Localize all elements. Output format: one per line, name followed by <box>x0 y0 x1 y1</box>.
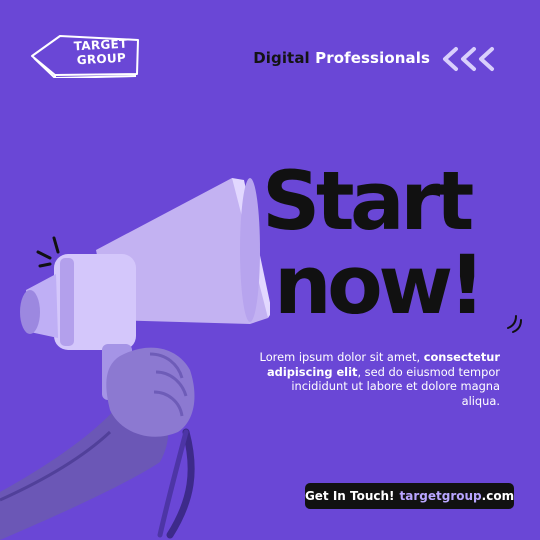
headline: Start now! <box>262 160 532 328</box>
poster: TARGET GROUP Digital Professionals Start… <box>0 0 540 540</box>
logo-text: TARGET GROUP <box>64 36 137 68</box>
header-tagline-part-2: Professionals <box>315 49 430 67</box>
header-tagline: Digital Professionals <box>253 49 430 67</box>
brand-logo[interactable]: TARGET GROUP <box>30 34 142 78</box>
body-copy-pre: Lorem ipsum dolor sit amet, <box>259 350 424 364</box>
body-copy: Lorem ipsum dolor sit amet, consectetur … <box>250 350 500 408</box>
headline-line-2: now! <box>274 239 486 333</box>
cta-domain: targetgroup <box>399 489 482 503</box>
megaphone-icon <box>0 178 270 540</box>
cta-label: Get In Touch! <box>304 489 395 503</box>
cta-tld: .com <box>481 489 515 503</box>
triple-chevron-left-icon <box>443 47 494 71</box>
header-tagline-part-1: Digital <box>253 49 310 67</box>
headline-line-1: Start <box>262 155 474 249</box>
cta-button[interactable]: Get In Touch! targetgroup .com <box>305 483 514 509</box>
sparkle-lines-left-icon <box>36 236 60 268</box>
